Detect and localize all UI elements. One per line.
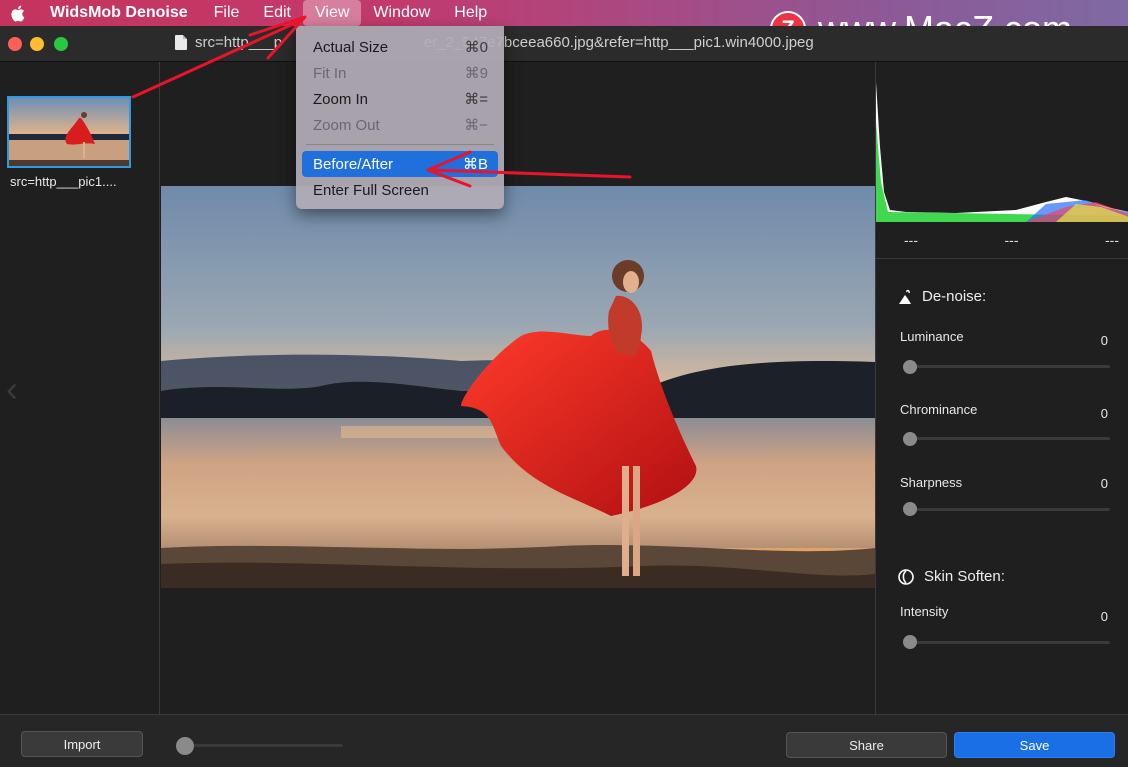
menu-item-label: Actual Size [313, 38, 389, 56]
chevron-left-icon[interactable]: ‹ [6, 368, 18, 410]
skin-soften-title: Skin Soften: [924, 568, 1005, 585]
menu-file[interactable]: File [202, 0, 252, 26]
bottom-toolbar: Import Share Save [0, 714, 1128, 767]
intensity-slider-knob[interactable] [903, 635, 917, 649]
thumbnail-sidebar: src=http___pic1.... ‹ [0, 62, 160, 714]
luminance-slider[interactable] [910, 365, 1110, 368]
menu-item-shortcut: ⌘0 [464, 39, 488, 56]
skin-soften-header: Skin Soften: [898, 568, 1005, 585]
histogram-stats: --- --- --- [876, 232, 1128, 252]
intensity-slider[interactable] [910, 641, 1110, 644]
intensity-value: 0 [1100, 609, 1108, 624]
share-button[interactable]: Share [786, 732, 947, 758]
luminance-label: Luminance [900, 329, 964, 344]
main-photo[interactable] [161, 186, 875, 588]
menu-item-enter-full-screen[interactable]: Enter Full Screen [296, 177, 504, 203]
menu-item-label: Zoom In [313, 90, 369, 108]
chrominance-label: Chrominance [900, 402, 978, 417]
title-bar: src=http___p er_2_547e7bceea660.jpg&refe… [0, 26, 1128, 62]
menu-item-actual-size[interactable]: Actual Size ⌘0 [296, 34, 504, 60]
menu-item-zoom-out: Zoom Out ⌘− [296, 112, 504, 138]
intensity-label: Intensity [900, 604, 949, 619]
histogram [876, 62, 1128, 222]
window-title: src=http___p er_2_547e7bceea660.jpg&refe… [195, 34, 814, 51]
hist-stat-3: --- [1105, 232, 1119, 248]
sharpness-slider[interactable] [910, 508, 1110, 511]
menu-item-fit-in: Fit In ⌘9 [296, 60, 504, 86]
sharpness-label: Sharpness [900, 475, 963, 490]
luminance-slider-knob[interactable] [903, 360, 917, 374]
zoom-slider-knob[interactable] [176, 737, 194, 755]
menu-item-shortcut: ⌘9 [464, 65, 488, 82]
menu-help[interactable]: Help [442, 0, 499, 26]
adjustments-panel: --- --- --- De-noise: Luminance 0 Chromi… [875, 62, 1128, 714]
apple-icon[interactable] [0, 0, 34, 26]
document-icon [175, 35, 187, 50]
save-button[interactable]: Save [954, 732, 1115, 758]
denoise-icon [899, 289, 911, 304]
menu-item-label: Fit In [313, 64, 347, 82]
menu-item-label: Zoom Out [313, 116, 380, 134]
menu-item-before-after[interactable]: Before/After ⌘B [302, 151, 498, 177]
menu-window[interactable]: Window [361, 0, 442, 26]
view-menu-dropdown: Actual Size ⌘0 Fit In ⌘9 Zoom In ⌘= Zoom… [296, 26, 504, 209]
close-window-button[interactable] [8, 37, 22, 51]
minimize-window-button[interactable] [30, 37, 44, 51]
menu-item-label: Before/After [313, 155, 394, 173]
menu-item-shortcut: ⌘= [464, 91, 488, 108]
zoom-slider[interactable] [185, 744, 343, 747]
menu-item-shortcut: ⌘B [462, 156, 488, 173]
photo-thumbnail[interactable] [7, 96, 131, 168]
sharpness-slider-knob[interactable] [903, 502, 917, 516]
menu-separator [306, 144, 494, 145]
face-icon [898, 568, 914, 585]
thumbnail-label: src=http___pic1.... [10, 174, 117, 189]
app-name-menu[interactable]: WidsMob Denoise [34, 4, 202, 22]
menu-edit[interactable]: Edit [251, 0, 303, 26]
app-window: WidsMob Denoise File Edit View Window He… [0, 0, 1128, 767]
denoise-title: De-noise: [922, 288, 987, 305]
panel-divider [876, 258, 1128, 259]
menu-item-zoom-in[interactable]: Zoom In ⌘= [296, 86, 504, 112]
menu-view[interactable]: View [303, 0, 362, 26]
image-canvas [161, 62, 875, 714]
hist-stat-1: --- [904, 232, 918, 248]
hist-stat-2: --- [1004, 232, 1019, 248]
zoom-window-button[interactable] [54, 37, 68, 51]
menu-item-label: Enter Full Screen [313, 181, 429, 199]
chrominance-slider-knob[interactable] [903, 432, 917, 446]
sharpness-value: 0 [1100, 476, 1108, 491]
chrominance-slider[interactable] [910, 437, 1110, 440]
menu-item-shortcut: ⌘− [464, 117, 488, 134]
denoise-header: De-noise: [898, 288, 986, 305]
import-button[interactable]: Import [21, 731, 143, 757]
luminance-value: 0 [1100, 333, 1108, 348]
chrominance-value: 0 [1100, 406, 1108, 421]
